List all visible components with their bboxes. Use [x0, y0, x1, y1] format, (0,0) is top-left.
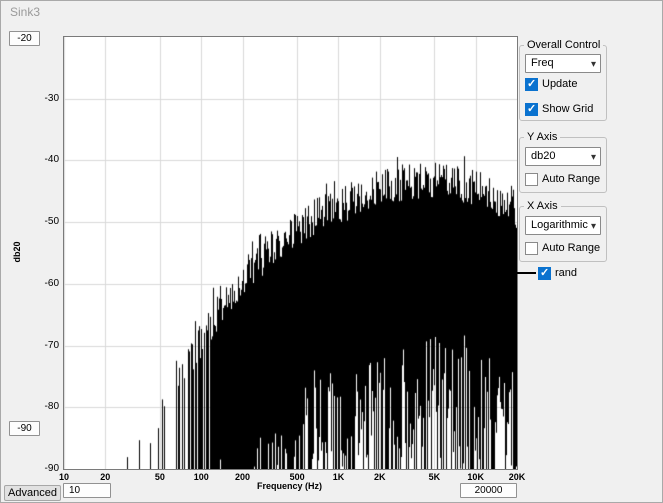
y-max-field[interactable] — [9, 31, 40, 46]
y-tick-label: -90 — [33, 463, 59, 474]
spectrum-plot[interactable] — [63, 36, 518, 470]
legend-line — [515, 272, 536, 274]
chevron-down-icon: ▾ — [591, 149, 596, 166]
y-tick-label: -70 — [33, 340, 59, 351]
update-checkbox-box — [525, 78, 538, 91]
show-grid-checkbox[interactable]: Show Grid — [525, 102, 593, 116]
y-axis-combobox[interactable]: db20 ▾ — [525, 147, 601, 166]
x-auto-range-checkbox-label: Auto Range — [542, 242, 600, 254]
overall-control-group-label: Overall Control — [524, 39, 603, 51]
x-auto-range-checkbox[interactable]: Auto Range — [525, 241, 600, 255]
x-axis-label: Frequency (Hz) — [63, 481, 516, 491]
freq-combobox[interactable]: Freq ▾ — [525, 54, 601, 73]
x-axis-group: X Axis Logarithmic ▾ Auto Range — [519, 206, 607, 262]
rand-checkbox-box — [538, 267, 551, 280]
show-grid-checkbox-label: Show Grid — [542, 103, 593, 115]
advanced-button[interactable]: Advanced — [4, 485, 61, 501]
y-auto-range-checkbox-box — [525, 173, 538, 186]
x-axis-combobox[interactable]: Logarithmic ▾ — [525, 216, 601, 235]
rand-checkbox[interactable]: rand — [538, 266, 577, 280]
y-tick-label: -40 — [33, 154, 59, 165]
overall-control-group: Overall Control Freq ▾ Update Show Grid — [519, 45, 607, 121]
y-tick-label: -60 — [33, 278, 59, 289]
y-tick-label: -50 — [33, 216, 59, 227]
y-axis-label: db20 — [12, 241, 22, 262]
y-min-field[interactable] — [9, 421, 40, 436]
show-grid-checkbox-box — [525, 103, 538, 116]
y-tick-label: -30 — [33, 93, 59, 104]
y-axis-group: Y Axis db20 ▾ Auto Range — [519, 137, 607, 193]
y-auto-range-checkbox[interactable]: Auto Range — [525, 172, 600, 186]
window-title: Sink3 — [10, 5, 40, 19]
freq-combobox-value: Freq — [531, 57, 554, 69]
x-auto-range-checkbox-box — [525, 242, 538, 255]
chevron-down-icon: ▾ — [591, 56, 596, 73]
y-axis-group-label: Y Axis — [524, 131, 560, 143]
update-checkbox[interactable]: Update — [525, 77, 577, 91]
legend-label: rand — [555, 267, 577, 279]
y-axis-combobox-value: db20 — [531, 150, 555, 162]
window: Sink3 Advanced 1020501002005001K2K5K10K2… — [0, 0, 663, 503]
x-axis-combobox-value: Logarithmic — [531, 219, 588, 231]
titlebar: Sink3 — [1, 1, 662, 23]
chevron-down-icon: ▾ — [591, 218, 596, 235]
y-auto-range-checkbox-label: Auto Range — [542, 173, 600, 185]
x-axis-group-label: X Axis — [524, 200, 561, 212]
y-tick-label: -80 — [33, 401, 59, 412]
update-checkbox-label: Update — [542, 78, 577, 90]
